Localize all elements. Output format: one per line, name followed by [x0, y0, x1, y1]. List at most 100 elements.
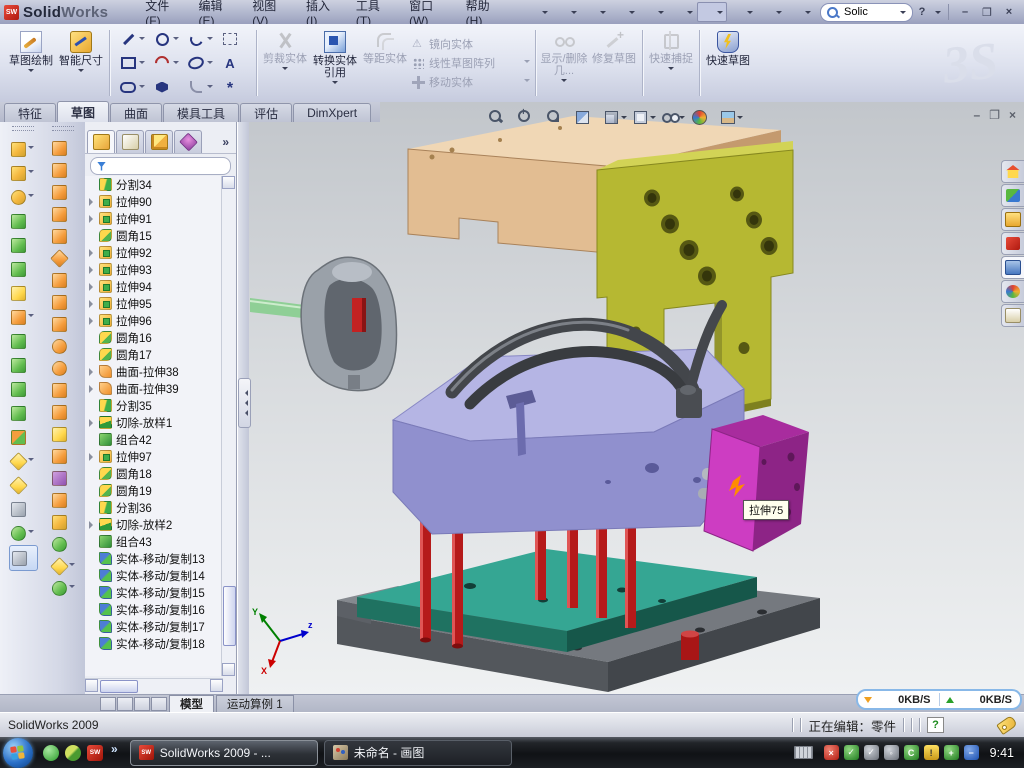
side-toolbar-button[interactable] — [9, 281, 38, 305]
side-toolbar-button[interactable] — [9, 161, 38, 185]
dropdown-caret-icon[interactable] — [28, 170, 34, 176]
tree-filter-input[interactable] — [90, 157, 231, 175]
dropdown-caret-icon[interactable] — [207, 61, 213, 67]
scroll-up-button[interactable] — [222, 176, 235, 189]
side-toolbar-button[interactable] — [9, 137, 38, 161]
side-toolbar-button[interactable] — [50, 489, 77, 511]
sketch-tool-button[interactable] — [115, 75, 149, 99]
side-toolbar-button[interactable] — [9, 473, 38, 497]
dropdown-caret-icon[interactable] — [524, 79, 530, 85]
expand-arrow-icon[interactable] — [89, 317, 97, 325]
quick-toolbar-button[interactable] — [523, 3, 551, 21]
view-tool-button[interactable] — [718, 107, 744, 126]
toolbar-row-button[interactable]: 镜向实体 — [412, 36, 530, 52]
panel-tab[interactable] — [116, 130, 144, 153]
feature-tree-item[interactable]: 圆角16 — [85, 329, 223, 346]
start-button[interactable] — [3, 738, 33, 768]
document-tab[interactable]: 模型 — [169, 695, 214, 712]
feature-tree-item[interactable]: 分割36 — [85, 499, 223, 516]
expand-arrow-icon[interactable] — [89, 215, 97, 223]
toolbar-grip[interactable] — [12, 126, 34, 131]
dropdown-caret-icon[interactable] — [207, 37, 213, 43]
task-pane-tab[interactable] — [1001, 160, 1024, 183]
dropdown-caret-icon[interactable] — [629, 11, 635, 17]
side-toolbar-button[interactable] — [9, 233, 38, 257]
toolbar-row-button[interactable]: 线性草图阵列 — [412, 55, 530, 71]
feature-tree-item[interactable]: 实体-移动/复制16 — [85, 601, 223, 618]
task-pane-tab[interactable] — [1001, 280, 1024, 303]
tree-vertical-scrollbar[interactable] — [221, 176, 235, 676]
taskbar-clock[interactable]: 9:41 — [990, 746, 1014, 760]
side-toolbar-button[interactable] — [50, 159, 77, 181]
quick-toolbar-button[interactable] — [728, 3, 756, 21]
side-toolbar-button[interactable] — [9, 521, 38, 545]
side-toolbar-button[interactable] — [9, 425, 38, 449]
antivirus-shield-icon[interactable]: × — [824, 745, 839, 760]
toolbar-button[interactable]: 剪裁实体 — [260, 26, 310, 100]
feature-tree-item[interactable]: 实体-移动/复制14 — [85, 567, 223, 584]
quick-toolbar-button[interactable] — [581, 3, 609, 21]
defender-shield-icon[interactable]: + — [944, 745, 959, 760]
dropdown-caret-icon[interactable] — [69, 585, 75, 591]
dropdown-caret-icon[interactable] — [139, 61, 145, 67]
feature-tree-item[interactable]: 分割35 — [85, 397, 223, 414]
minimize-button[interactable]: – — [956, 4, 974, 20]
toolbar-button[interactable]: 转换实体引用 — [310, 26, 360, 100]
input-method-icon[interactable] — [794, 746, 813, 759]
update-service-icon[interactable]: ✓ — [864, 745, 879, 760]
side-toolbar-button[interactable] — [9, 401, 38, 425]
tag-icon[interactable] — [996, 715, 1018, 735]
dropdown-caret-icon[interactable] — [747, 11, 753, 17]
side-toolbar-button[interactable] — [50, 269, 77, 291]
quick-toolbar-button[interactable] — [668, 3, 696, 21]
view-tool-button[interactable] — [486, 107, 512, 126]
sync-tray-icon[interactable]: − — [964, 745, 979, 760]
volume-icon[interactable]: ◦ — [884, 745, 899, 760]
feature-tree-item[interactable]: 切除-放样1 — [85, 414, 223, 431]
dropdown-caret-icon[interactable] — [658, 11, 664, 17]
feature-tree-item[interactable]: 组合43 — [85, 533, 223, 550]
side-toolbar-button[interactable] — [50, 533, 77, 555]
dropdown-caret-icon[interactable] — [571, 11, 577, 17]
sketch-tool-button[interactable] — [183, 51, 217, 75]
side-toolbar-button[interactable] — [50, 313, 77, 335]
splitter-collapse-handle[interactable] — [238, 378, 251, 428]
insert-block-part[interactable] — [704, 415, 809, 551]
task-pane-tab[interactable] — [1001, 304, 1024, 327]
scrollbar-thumb[interactable] — [223, 586, 236, 646]
scroll-left-button[interactable] — [85, 679, 98, 692]
feature-tree-item[interactable]: 拉伸95 — [85, 295, 223, 312]
view-tool-button[interactable] — [573, 107, 599, 126]
quick-toolbar-button[interactable] — [757, 3, 785, 21]
help-caret-icon[interactable] — [935, 11, 941, 17]
tree-horizontal-scrollbar[interactable] — [85, 678, 223, 693]
feature-tree-item[interactable]: 实体-移动/复制13 — [85, 550, 223, 567]
network-warning-icon[interactable]: ! — [924, 745, 939, 760]
feature-tree-item[interactable]: 实体-移动/复制15 — [85, 584, 223, 601]
restore-button[interactable]: ❐ — [978, 4, 996, 20]
dropdown-caret-icon[interactable] — [805, 11, 811, 17]
scroll-down-button[interactable] — [222, 663, 235, 676]
view-tool-button[interactable] — [515, 107, 541, 126]
feature-tree-item[interactable]: 圆角17 — [85, 346, 223, 363]
feature-tree-item[interactable]: 分割34 — [85, 176, 223, 193]
task-pane-tab[interactable] — [1001, 232, 1024, 255]
side-toolbar-button[interactable] — [9, 257, 38, 281]
ribbon-tab[interactable]: DimXpert — [293, 103, 371, 122]
search-input[interactable] — [842, 5, 900, 19]
side-toolbar-button[interactable] — [9, 185, 38, 209]
view-tool-button[interactable] — [631, 107, 657, 126]
quick-toolbar-button[interactable] — [610, 3, 638, 21]
feature-tree-item[interactable]: 实体-移动/复制17 — [85, 618, 223, 635]
side-toolbar-button[interactable] — [9, 449, 38, 473]
task-pane-tab[interactable] — [1001, 256, 1024, 279]
feature-tree-item[interactable]: 拉伸90 — [85, 193, 223, 210]
feature-tree-item[interactable]: 圆角19 — [85, 482, 223, 499]
side-toolbar-button[interactable] — [9, 305, 38, 329]
toolbar-button[interactable]: 快速草图 — [703, 26, 753, 100]
task-pane-tab[interactable] — [1001, 184, 1024, 207]
side-toolbar-button[interactable] — [50, 357, 77, 379]
dropdown-caret-icon[interactable] — [28, 458, 34, 464]
side-toolbar-button[interactable] — [50, 577, 77, 599]
search-box[interactable] — [820, 3, 913, 22]
